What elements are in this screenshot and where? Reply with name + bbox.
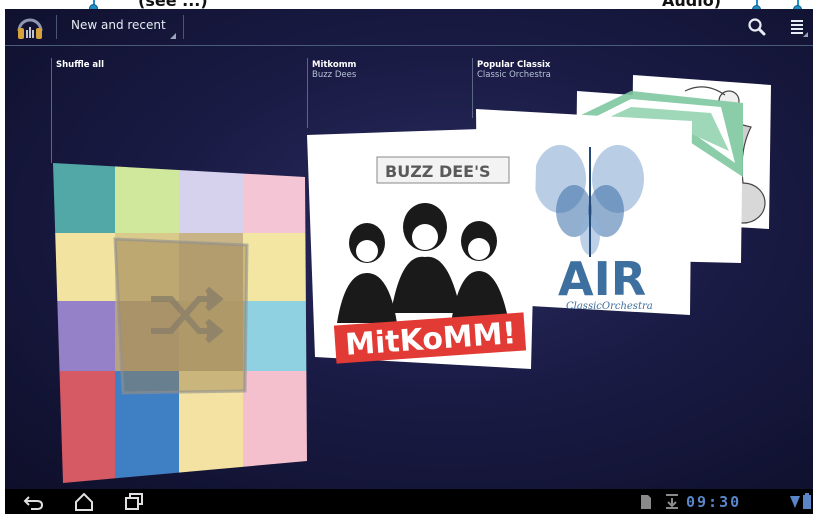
album-title: Popular Classix — [477, 60, 551, 70]
annotation-right-text: Audio) — [662, 0, 721, 9]
air-cover-subtitle: ClassicOrchestra — [566, 301, 653, 312]
wifi-icon — [790, 496, 800, 508]
action-bar-divider — [56, 15, 57, 39]
label-divider — [307, 58, 308, 128]
label-divider — [51, 58, 52, 163]
menu-icon[interactable] — [783, 13, 811, 41]
album-title: Mitkomm — [312, 60, 357, 70]
album-artist: Classic Orchestra — [477, 70, 551, 80]
album-label-popular-classix[interactable]: Popular Classix Classic Orchestra — [477, 60, 551, 80]
search-icon[interactable] — [743, 13, 771, 41]
annotation-strip: (see ...) Audio) — [0, 0, 818, 9]
view-selector-label: New and recent — [71, 18, 166, 32]
download-icon — [666, 494, 678, 509]
battery-icon — [803, 493, 811, 509]
headphones-icon[interactable] — [15, 13, 45, 41]
album-artist: Buzz Dees — [312, 70, 357, 80]
music-app-screen: New and recent Shuffle all Mitkomm Buzz … — [5, 9, 813, 489]
view-selector-dropdown[interactable]: New and recent — [59, 9, 184, 45]
album-cover-mitkomm[interactable]: BUZZ DEE'S MitKoMM! — [305, 123, 545, 373]
album-label-shuffle[interactable]: Shuffle all — [56, 60, 104, 70]
air-cover-title: AIR — [558, 252, 646, 306]
recent-apps-icon[interactable] — [123, 492, 145, 511]
back-icon[interactable] — [23, 492, 45, 511]
annotation-left-text: (see ...) — [138, 0, 208, 9]
dropdown-arrow-icon — [170, 33, 176, 39]
mitkomm-band-name: BUZZ DEE'S — [385, 162, 491, 181]
sd-card-icon — [641, 495, 651, 509]
status-clock: 09:30 — [686, 493, 742, 511]
action-bar-divider — [183, 15, 184, 39]
shuffle-all-card[interactable] — [51, 161, 313, 487]
action-bar: New and recent — [5, 9, 813, 46]
system-bar: 09:30 — [5, 489, 813, 514]
album-label-mitkomm[interactable]: Mitkomm Buzz Dees — [312, 60, 356, 80]
album-title: Shuffle all — [56, 60, 104, 70]
home-icon[interactable] — [73, 492, 95, 511]
